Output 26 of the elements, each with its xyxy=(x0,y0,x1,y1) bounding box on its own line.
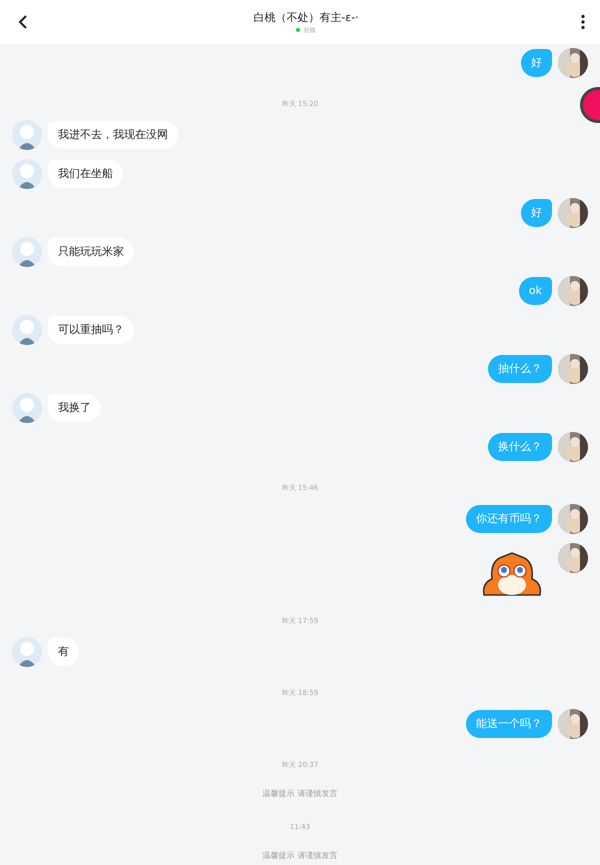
sticker-drawing xyxy=(480,551,544,597)
message-bubble: 我们在坐船 xyxy=(48,160,123,188)
avatar[interactable] xyxy=(558,709,588,739)
message-bubble: 只能玩玩米家 xyxy=(48,238,134,266)
message-bubble: 可以重抽吗？ xyxy=(48,316,134,344)
chat-title: 白桃（不处）有主-ε-· xyxy=(253,10,359,24)
avatar[interactable] xyxy=(558,276,588,306)
message-bubble: 你还有币吗？ xyxy=(466,505,552,533)
system-notice: 温馨提示 请谨慎发言 xyxy=(262,788,338,800)
avatar[interactable] xyxy=(558,504,588,534)
message-bubble: 能送一个吗？ xyxy=(466,710,552,738)
avatar[interactable] xyxy=(558,432,588,462)
message-bubble: 好 xyxy=(521,199,552,227)
avatar[interactable] xyxy=(558,198,588,228)
system-notice: 温馨提示 请谨慎发言 xyxy=(262,850,338,862)
more-icon[interactable] xyxy=(580,14,586,30)
avatar[interactable] xyxy=(558,543,588,573)
message-bubble: 好 xyxy=(521,49,552,77)
avatar[interactable] xyxy=(558,354,588,384)
message-bubble: 我进不去，我现在没网 xyxy=(48,121,178,149)
message-bubble: 抽什么？ xyxy=(488,355,552,383)
message-bubble: 有 xyxy=(48,638,79,666)
message-bubble: 换什么？ xyxy=(488,433,552,461)
message-bubble: ok xyxy=(518,277,552,305)
avatar[interactable] xyxy=(558,48,588,78)
message-bubble: 我换了 xyxy=(48,394,101,422)
